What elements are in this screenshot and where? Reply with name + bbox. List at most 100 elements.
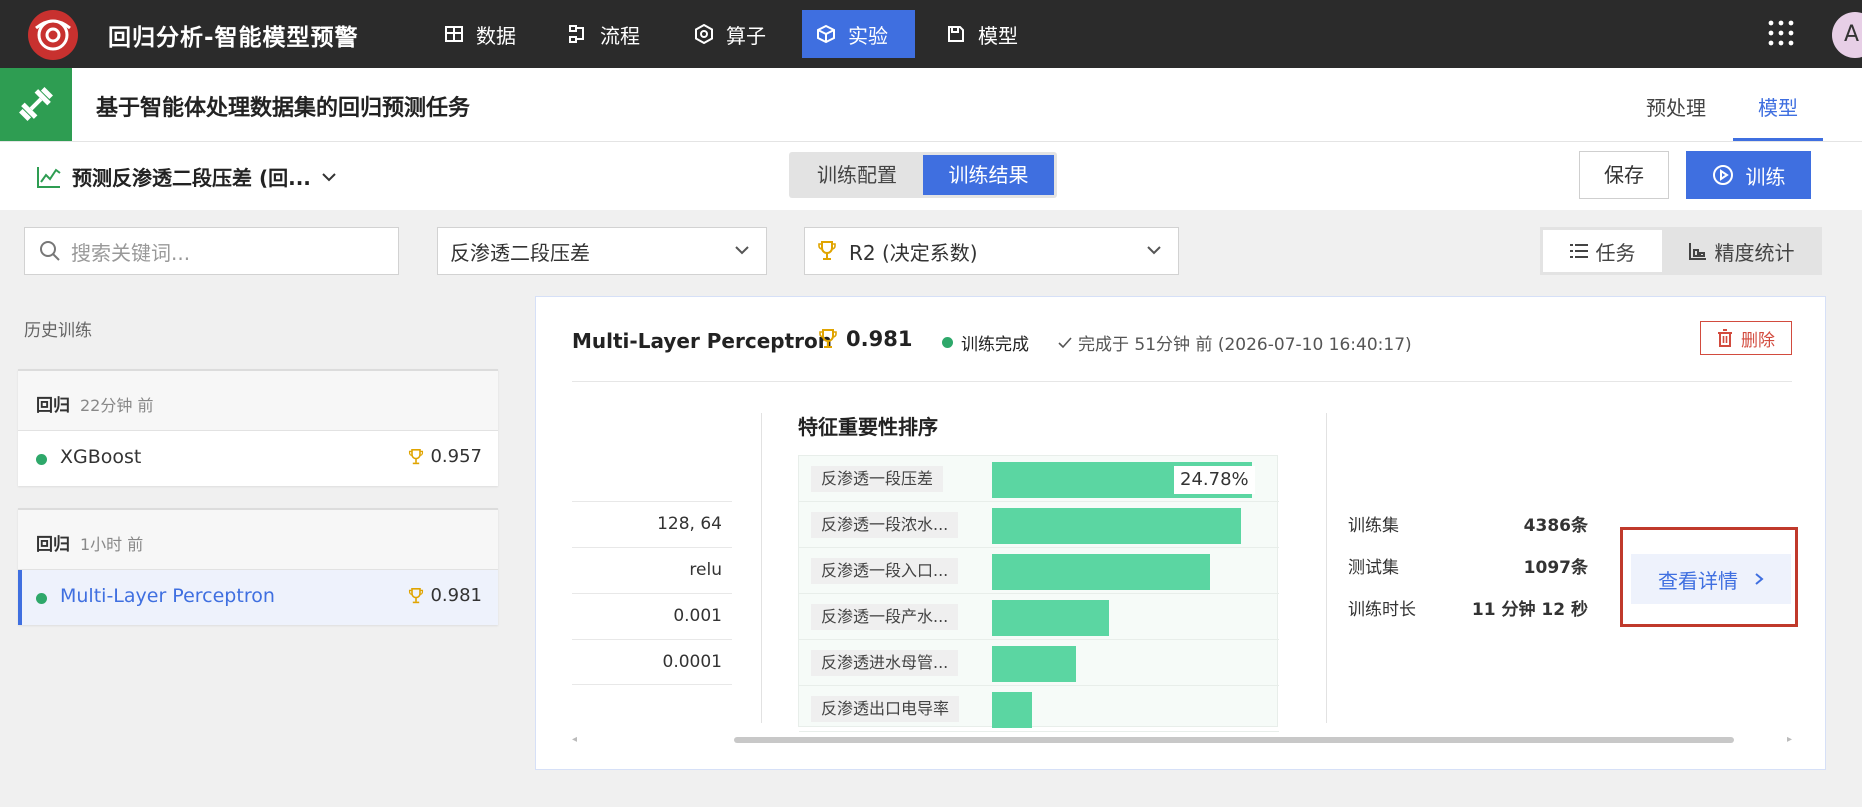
status-text: 训练完成 bbox=[961, 335, 1029, 355]
status-dot bbox=[942, 337, 953, 348]
chart-category-label: 反渗透一段产水... bbox=[811, 604, 959, 630]
chart-row: 反渗透一段浓水... bbox=[799, 502, 1279, 548]
model-score-value: 0.981 bbox=[846, 327, 913, 351]
nav-model[interactable]: 模型 bbox=[932, 10, 1032, 58]
trophy-icon bbox=[409, 587, 424, 603]
history-group-type: 回归 bbox=[36, 396, 70, 416]
view-accuracy-label: 精度统计 bbox=[1714, 240, 1795, 265]
train-button-label: 训练 bbox=[1745, 164, 1786, 189]
result-card: Multi-Layer Perceptron 0.981 训练完成 完成于 51… bbox=[535, 296, 1826, 770]
stat-row: 训练时长 11 分钟 12 秒 bbox=[1348, 595, 1588, 637]
experiment-name: 预测反渗透二段压差 (回... bbox=[72, 166, 311, 190]
apps-grid-icon[interactable] bbox=[1768, 20, 1794, 46]
scrollbar-thumb[interactable] bbox=[734, 737, 1734, 743]
delete-label: 删除 bbox=[1741, 330, 1775, 351]
metric-select-value: R2 (决定系数) bbox=[849, 240, 978, 265]
nav-data[interactable]: 数据 bbox=[430, 10, 530, 58]
nav-data-label: 数据 bbox=[476, 23, 516, 48]
target-select[interactable]: 反渗透二段压差 bbox=[437, 227, 767, 275]
stat-value: 11 分钟 12 秒 bbox=[1471, 600, 1588, 620]
delete-button[interactable]: 删除 bbox=[1700, 321, 1792, 355]
chart-bar[interactable] bbox=[992, 692, 1032, 728]
segment-train-config[interactable]: 训练配置 bbox=[792, 155, 922, 195]
task-header: 基于智能体处理数据集的回归预测任务 预处理 模型 bbox=[0, 68, 1862, 142]
chart-row: 反渗透一段入口... bbox=[799, 548, 1279, 594]
history-item-name: Multi-Layer Perceptron bbox=[60, 585, 275, 607]
view-task-label: 任务 bbox=[1595, 240, 1636, 265]
param-value: 0.0001 bbox=[572, 639, 732, 685]
stat-key: 测试集 bbox=[1348, 558, 1399, 578]
experiment-select[interactable]: 预测反渗透二段压差 (回... bbox=[36, 162, 337, 191]
chart-row: 反渗透进水母管... bbox=[799, 640, 1279, 686]
chart-bar[interactable] bbox=[992, 646, 1076, 682]
bar-chart-icon bbox=[1688, 243, 1706, 260]
status-badge: 训练完成 bbox=[942, 330, 1029, 355]
history-item-score-value: 0.981 bbox=[430, 585, 482, 606]
status-dot bbox=[36, 593, 47, 604]
search-input[interactable]: 搜索关键词... bbox=[24, 227, 399, 275]
task-title: 基于智能体处理数据集的回归预测任务 bbox=[96, 96, 471, 121]
list-icon bbox=[1569, 244, 1588, 258]
stat-key: 训练时长 bbox=[1348, 600, 1416, 620]
chart-bar[interactable] bbox=[992, 508, 1241, 544]
view-details-button[interactable]: 查看详情 bbox=[1631, 554, 1791, 604]
view-toggle: 任务 精度统计 bbox=[1540, 227, 1822, 275]
metric-select[interactable]: R2 (决定系数) bbox=[804, 227, 1179, 275]
trophy-icon bbox=[818, 241, 836, 260]
history-group-header: 回归 1小时 前 bbox=[18, 510, 498, 570]
save-button[interactable]: 保存 bbox=[1579, 151, 1669, 199]
tab-model[interactable]: 模型 bbox=[1733, 68, 1823, 141]
scroll-left-arrow[interactable]: ◂ bbox=[572, 735, 577, 745]
chart-bar[interactable] bbox=[992, 554, 1210, 590]
segment-train-result[interactable]: 训练结果 bbox=[923, 155, 1054, 195]
view-details-label: 查看详情 bbox=[1658, 568, 1738, 593]
param-value: 128, 64 bbox=[572, 501, 732, 547]
view-accuracy[interactable]: 精度统计 bbox=[1664, 230, 1819, 272]
nav-flow[interactable]: 流程 bbox=[554, 10, 654, 58]
dumbbell-icon bbox=[19, 87, 53, 121]
chart-category-label: 反渗透一段压差 bbox=[811, 466, 944, 492]
horizontal-scrollbar[interactable]: ◂ ▸ bbox=[572, 735, 1792, 745]
dataset-stats: 训练集 4386条 测试集 1097条 训练时长 11 分钟 12 秒 bbox=[1348, 511, 1588, 637]
chart-row: 反渗透一段产水... bbox=[799, 594, 1279, 640]
user-avatar[interactable]: A bbox=[1832, 12, 1862, 58]
chart-row: 反渗透出口电导率 bbox=[799, 686, 1279, 732]
train-button[interactable]: 训练 bbox=[1686, 151, 1811, 199]
history-group-time: 22分钟 前 bbox=[80, 396, 154, 415]
chart-bar[interactable] bbox=[992, 600, 1109, 636]
params-table: 128, 64 relu 0.001 0.0001 bbox=[572, 501, 732, 685]
chart-row: 反渗透一段压差 24.78% bbox=[799, 456, 1279, 502]
status-dot bbox=[36, 454, 47, 465]
nav-operator[interactable]: 算子 bbox=[680, 10, 780, 58]
chart-category-label: 反渗透一段入口... bbox=[811, 558, 959, 584]
experiment-toolbar: 预测反渗透二段压差 (回... 训练配置 训练结果 保存 训练 bbox=[0, 142, 1862, 210]
chart-category-label: 反渗透一段浓水... bbox=[811, 512, 959, 538]
app-logo[interactable] bbox=[28, 10, 78, 60]
search-placeholder: 搜索关键词... bbox=[71, 240, 191, 265]
check-icon bbox=[1058, 336, 1072, 348]
history-group-header: 回归 22分钟 前 bbox=[18, 371, 498, 431]
top-nav-bar: 回归分析-智能模型预警 数据 流程 算子 实验 模型 A bbox=[0, 0, 1862, 68]
view-task[interactable]: 任务 bbox=[1543, 230, 1662, 272]
config-result-toggle: 训练配置 训练结果 bbox=[789, 152, 1057, 198]
stat-key: 训练集 bbox=[1348, 516, 1399, 536]
model-name: Multi-Layer Perceptron bbox=[572, 329, 832, 353]
tab-preprocess[interactable]: 预处理 bbox=[1646, 92, 1706, 121]
cube-icon bbox=[817, 24, 835, 44]
completed-info: 完成于 51分钟 前 (2026-07-10 16:40:17) bbox=[1058, 330, 1412, 355]
target-select-value: 反渗透二段压差 bbox=[450, 240, 590, 265]
detail-highlight: 查看详情 bbox=[1620, 527, 1798, 627]
history-item-name: XGBoost bbox=[60, 446, 142, 468]
history-item-selected[interactable]: Multi-Layer Perceptron 0.981 bbox=[18, 570, 498, 625]
nav-experiment[interactable]: 实验 bbox=[802, 10, 915, 58]
scroll-right-arrow[interactable]: ▸ bbox=[1787, 735, 1792, 745]
history-group: 回归 22分钟 前 XGBoost 0.957 bbox=[18, 369, 498, 486]
save-icon bbox=[948, 26, 964, 42]
app-title: 回归分析-智能模型预警 bbox=[108, 25, 359, 51]
task-icon-box bbox=[0, 68, 72, 141]
model-score: 0.981 bbox=[818, 327, 912, 351]
history-item-score-value: 0.957 bbox=[430, 446, 482, 467]
chart-category-label: 反渗透出口电导率 bbox=[811, 696, 960, 722]
nav-experiment-label: 实验 bbox=[848, 23, 888, 48]
history-item[interactable]: XGBoost 0.957 bbox=[18, 431, 498, 486]
